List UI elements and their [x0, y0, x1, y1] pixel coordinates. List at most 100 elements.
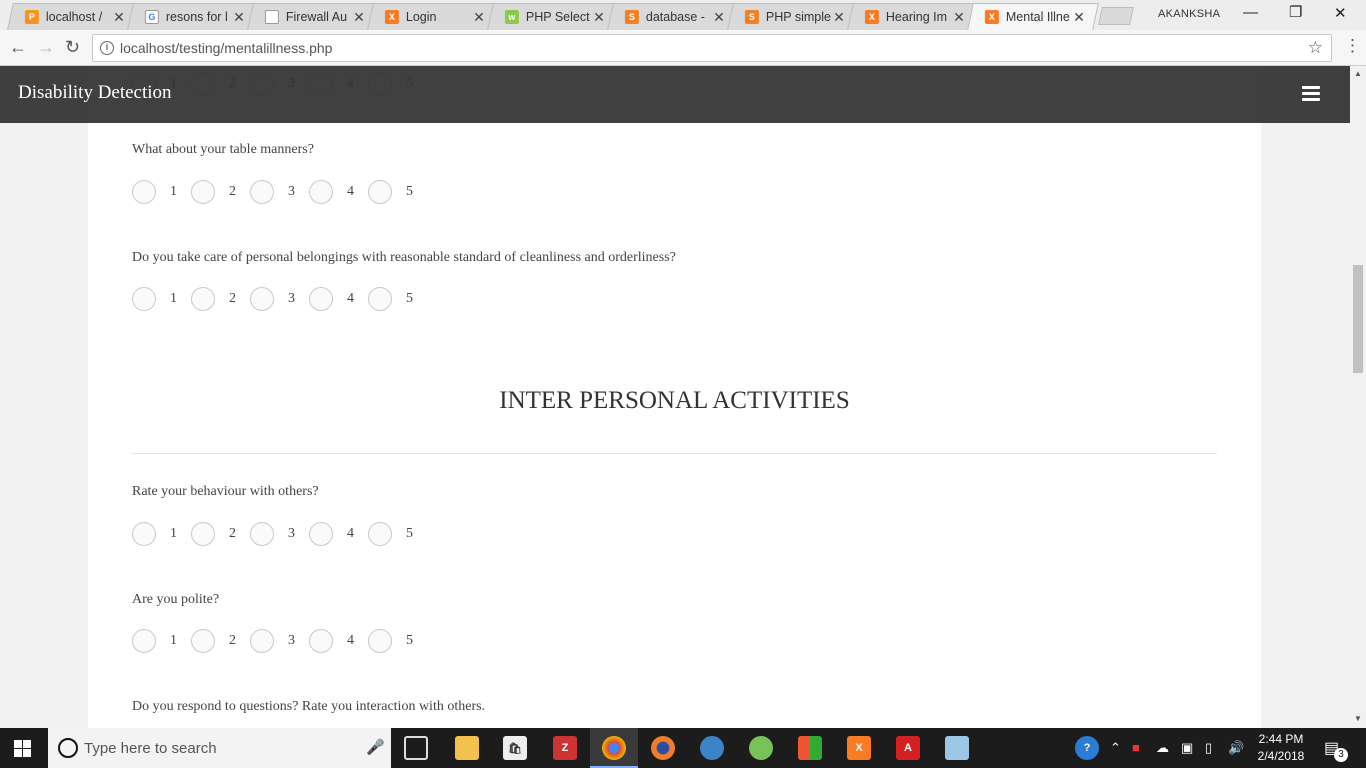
- windows-start-icon[interactable]: [14, 740, 31, 757]
- antivirus-icon[interactable]: ■: [1132, 740, 1140, 755]
- firefox-icon[interactable]: [651, 736, 675, 760]
- radio-label: 1: [170, 291, 177, 306]
- browser-tab[interactable]: X Login ✕: [367, 3, 499, 30]
- notification-count-badge: 3: [1334, 748, 1348, 762]
- tab-content: Sdatabase - ✕: [611, 4, 735, 30]
- browser-tab-strip: Plocalhost / ✕ Gresons for l ✕ Firewall Au ✕ X…: [0, 0, 1366, 30]
- radio-option-4[interactable]: [309, 287, 333, 311]
- tab-close-icon[interactable]: ✕: [473, 9, 485, 26]
- microphone-icon[interactable]: 🎤: [366, 738, 385, 756]
- scroll-up-icon[interactable]: ▲: [1354, 69, 1362, 78]
- radio-option-1[interactable]: [132, 522, 156, 546]
- browser-tab[interactable]: X Mental Illne ✕: [967, 3, 1099, 30]
- android-studio-icon[interactable]: [749, 736, 773, 760]
- browser-tab[interactable]: Sdatabase - ✕: [607, 3, 739, 30]
- tiles-app-icon[interactable]: [798, 736, 822, 760]
- question-behaviour: Rate your behaviour with others?: [132, 484, 319, 499]
- radio-option-4[interactable]: [309, 629, 333, 653]
- radio-label: 5: [406, 184, 413, 199]
- tab-content: w PHP Select ✕: [491, 4, 615, 30]
- brand-title[interactable]: Disability Detection: [18, 82, 172, 104]
- back-icon[interactable]: ←: [9, 37, 27, 58]
- browser-tab[interactable]: Firewall Au ✕: [247, 3, 379, 30]
- radio-option-2[interactable]: [191, 180, 215, 204]
- onedrive-icon[interactable]: ☁: [1156, 740, 1169, 756]
- radio-option-4[interactable]: [309, 522, 333, 546]
- notepad-icon[interactable]: [945, 736, 969, 760]
- radio-option-5[interactable]: [368, 287, 392, 311]
- radio-option-2[interactable]: [191, 287, 215, 311]
- radio-option-3[interactable]: [250, 629, 274, 653]
- scroll-thumb[interactable]: [1353, 265, 1363, 373]
- tab-close-icon[interactable]: ✕: [233, 9, 245, 26]
- radio-option-3[interactable]: [250, 180, 274, 204]
- tab-favicon-icon: w: [504, 10, 519, 24]
- tab-close-icon[interactable]: ✕: [713, 9, 725, 26]
- xampp-icon[interactable]: X: [847, 736, 871, 760]
- help-icon[interactable]: ?: [1075, 736, 1099, 760]
- tab-close-icon[interactable]: ✕: [593, 9, 605, 26]
- taskbar-clock[interactable]: 2:44 PM 2/4/2018: [1256, 731, 1306, 765]
- section-title-interpersonal: INTER PERSONAL ACTIVITIES: [499, 387, 850, 414]
- tab-content: X Login ✕: [371, 4, 495, 30]
- radio-option-4[interactable]: [309, 180, 333, 204]
- bookmark-star-icon[interactable]: ☆: [1308, 38, 1323, 58]
- rating-group-belongings: 1 2 3 4 5: [132, 287, 427, 311]
- cortana-icon[interactable]: [58, 738, 78, 758]
- radio-option-5[interactable]: [368, 180, 392, 204]
- address-bar[interactable]: i localhost/testing/mentalillness.php ☆: [92, 34, 1332, 62]
- tab-close-icon[interactable]: ✕: [1073, 9, 1085, 26]
- tab-content: X Hearing Im ✕: [851, 4, 975, 30]
- taskbar-search[interactable]: Type here to search 🎤: [48, 728, 391, 768]
- radio-label: 4: [347, 633, 354, 648]
- minimize-icon[interactable]: —: [1243, 4, 1258, 21]
- tab-close-icon[interactable]: ✕: [833, 9, 845, 26]
- tab-close-icon[interactable]: ✕: [953, 9, 965, 26]
- acrobat-icon[interactable]: A: [896, 736, 920, 760]
- radio-option-3[interactable]: [250, 287, 274, 311]
- radio-option-1[interactable]: [132, 180, 156, 204]
- hamburger-menu-icon[interactable]: [1302, 86, 1320, 104]
- store-icon[interactable]: 🛍: [503, 736, 527, 760]
- new-tab-button[interactable]: [1098, 7, 1134, 25]
- radio-option-2[interactable]: [191, 629, 215, 653]
- restore-icon[interactable]: ❐: [1289, 3, 1302, 21]
- tab-favicon-icon: X: [384, 10, 399, 24]
- profile-name[interactable]: AKANKSHA: [1158, 8, 1220, 20]
- volume-icon[interactable]: 🔊: [1228, 740, 1244, 756]
- close-window-icon[interactable]: ✕: [1334, 4, 1347, 22]
- page-scrollbar[interactable]: ▲ ▼: [1350, 66, 1366, 728]
- browser-tab[interactable]: S PHP simple ✕: [727, 3, 859, 30]
- tab-close-icon[interactable]: ✕: [353, 9, 365, 26]
- radio-label: 3: [288, 526, 295, 541]
- radio-option-3[interactable]: [250, 522, 274, 546]
- tab-content: X Mental Illne ✕: [971, 4, 1095, 30]
- battery-icon[interactable]: ▯: [1205, 740, 1212, 756]
- url-text[interactable]: localhost/testing/mentalillness.php: [120, 40, 332, 56]
- browser-tab[interactable]: X Hearing Im ✕: [847, 3, 979, 30]
- radio-option-5[interactable]: [368, 522, 392, 546]
- question-table-manners: What about your table manners?: [132, 142, 314, 157]
- chrome-icon[interactable]: [602, 736, 626, 760]
- browser-tab[interactable]: w PHP Select ✕: [487, 3, 619, 30]
- info-icon[interactable]: i: [100, 41, 114, 55]
- radio-option-1[interactable]: [132, 629, 156, 653]
- file-explorer-icon[interactable]: [455, 736, 479, 760]
- forward-icon[interactable]: →: [37, 37, 55, 58]
- network-icon[interactable]: ▣: [1181, 740, 1193, 756]
- taskbar-search-input[interactable]: Type here to search: [84, 740, 217, 757]
- tab-title: Mental Illne: [1005, 10, 1070, 24]
- tab-close-icon[interactable]: ✕: [113, 9, 125, 26]
- radio-option-1[interactable]: [132, 287, 156, 311]
- radio-option-2[interactable]: [191, 522, 215, 546]
- radio-option-5[interactable]: [368, 629, 392, 653]
- filezilla-icon[interactable]: Z: [553, 736, 577, 760]
- browser-tab[interactable]: Plocalhost / ✕: [7, 3, 139, 30]
- reload-icon[interactable]: ↻: [65, 37, 80, 58]
- task-view-icon[interactable]: [404, 736, 428, 760]
- scroll-down-icon[interactable]: ▼: [1354, 714, 1362, 723]
- browser-menu-icon[interactable]: ⋮: [1344, 36, 1361, 56]
- browser-tab[interactable]: Gresons for l ✕: [127, 3, 259, 30]
- sync-app-icon[interactable]: [700, 736, 724, 760]
- tray-chevron-icon[interactable]: ⌃: [1110, 740, 1121, 756]
